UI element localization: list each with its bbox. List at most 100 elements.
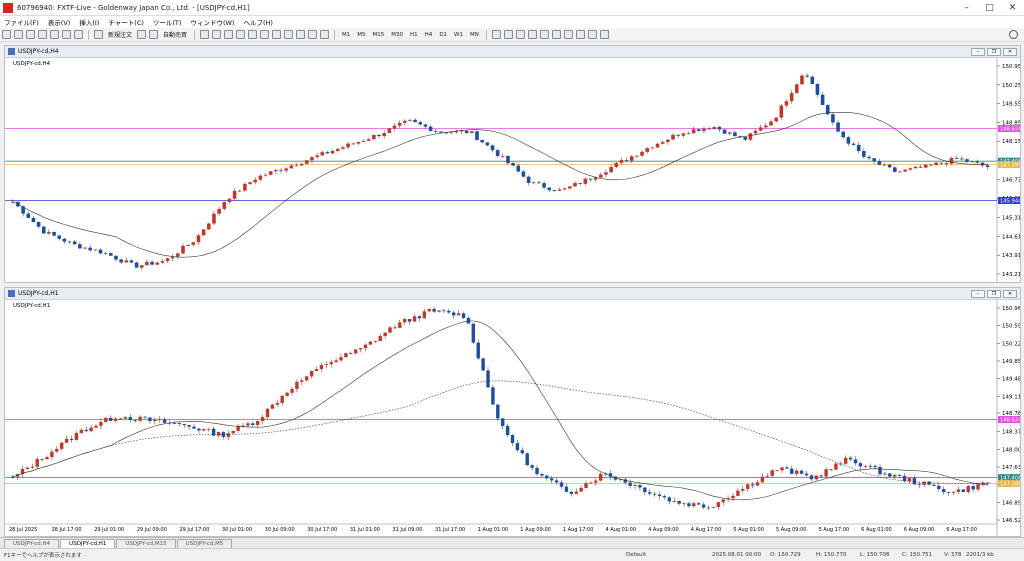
price-chart-h4[interactable]: 150.950150.250149.550148.850148.150147.4… (5, 58, 1024, 282)
candle-body (712, 126, 717, 130)
close-icon[interactable]: ✕ (1001, 3, 1024, 13)
periods-icon[interactable] (308, 30, 318, 39)
candle-body (36, 222, 41, 227)
candle-body (118, 418, 123, 420)
candlestick-icon[interactable] (212, 30, 222, 39)
timeframe-m1[interactable]: M1 (340, 32, 352, 38)
minimize-icon[interactable]: – (955, 3, 978, 13)
candle-body (545, 475, 549, 479)
minimize-icon[interactable]: – (971, 289, 985, 298)
menu-chart[interactable]: チャート(C) (108, 17, 144, 27)
candle-body (475, 131, 479, 140)
candle-body (559, 482, 564, 487)
candle-body (599, 473, 603, 481)
indicators-icon[interactable] (296, 30, 306, 39)
terminal-icon[interactable] (62, 30, 71, 39)
candle-body (873, 465, 877, 467)
channel-icon[interactable] (551, 30, 561, 39)
candle-body (769, 121, 773, 126)
restore-icon[interactable]: ❐ (987, 47, 1001, 56)
price-tick-label: 150.960 (1002, 306, 1020, 312)
menu-window[interactable]: ウィンドウ(W) (190, 17, 234, 27)
timeframe-h4[interactable]: H4 (423, 32, 435, 38)
search-icon[interactable] (1009, 30, 1018, 39)
auto-trading-button[interactable]: 自動売買 (163, 30, 187, 39)
time-tick-label: 29 Jul 09:00 (137, 527, 167, 533)
candle-body (868, 465, 872, 467)
menu-insert[interactable]: 挿入(I) (79, 17, 99, 27)
minimize-icon[interactable]: – (971, 47, 985, 56)
maximize-icon[interactable]: □ (978, 3, 1001, 13)
tab-usdjpy-h4[interactable]: USDJPY-cd,H4 (4, 539, 60, 548)
candle-body (525, 453, 529, 466)
fibonacci-icon[interactable] (563, 30, 573, 39)
data-window-icon[interactable] (38, 30, 47, 39)
new-order-icon[interactable] (94, 30, 103, 39)
autoscroll-icon[interactable] (272, 30, 282, 39)
label-tool-icon[interactable] (587, 30, 597, 39)
timeframe-h1[interactable]: H1 (408, 32, 420, 38)
tab-usdjpy-m15[interactable]: USDJPY-cd,M15 (116, 539, 176, 548)
candle-body (55, 448, 59, 452)
tile-windows-icon[interactable] (260, 30, 270, 39)
candle-body (150, 261, 154, 265)
market-watch-icon[interactable] (26, 30, 35, 39)
profiles-icon[interactable] (14, 30, 23, 39)
cursor-icon[interactable] (491, 30, 501, 39)
chart-window-title: USDJPY-cd,H1 (18, 290, 59, 297)
zoom-out-icon[interactable] (248, 30, 258, 39)
vertical-line-icon[interactable] (515, 30, 525, 39)
horizontal-line-icon[interactable] (527, 30, 537, 39)
close-icon[interactable]: ✕ (1003, 289, 1017, 298)
new-chart-icon[interactable] (2, 30, 11, 39)
time-tick-label: 6 Aug 17:00 (946, 527, 977, 533)
menu-help[interactable]: ヘルプ(H) (243, 17, 272, 27)
new-order-button[interactable]: 新規注文 (108, 30, 132, 39)
tab-usdjpy-h1[interactable]: USDJPY-cd,H1 (60, 539, 116, 548)
chart-symbol-label: USDJPY-cd,H4 (13, 61, 51, 67)
timeframe-d1[interactable]: D1 (437, 32, 449, 38)
bar-chart-icon[interactable] (200, 30, 210, 39)
candle-body (985, 165, 990, 168)
candle-body (701, 504, 706, 508)
auto-trading-icon[interactable] (149, 30, 159, 39)
timeframe-m5[interactable]: M5 (355, 32, 367, 38)
candle-body (893, 167, 897, 172)
candle-body (361, 140, 366, 142)
tab-usdjpy-m5[interactable]: USDJPY-cd,M5 (176, 539, 233, 548)
timeframe-m15[interactable]: M15 (371, 32, 387, 38)
menu-file[interactable]: ファイル(F) (4, 17, 39, 27)
timeframe-mn[interactable]: MN (468, 32, 481, 38)
candle-body (652, 493, 657, 495)
line-chart-icon[interactable] (224, 30, 234, 39)
price-chart-h1[interactable]: 150.960 150.590 150.220 149.850 149.480 149.1… (5, 300, 1024, 536)
time-tick-label: 30 Jul 09:00 (265, 527, 295, 533)
price-tick-label: 146.890 (1002, 500, 1020, 506)
close-icon[interactable]: ✕ (1003, 47, 1017, 56)
candle-body (820, 94, 825, 106)
shapes-icon[interactable] (599, 30, 609, 39)
templates-icon[interactable] (320, 30, 330, 39)
text-tool-icon[interactable] (575, 30, 585, 39)
time-tick-label: 28 Jul 2025 (9, 527, 37, 533)
trendline-icon[interactable] (539, 30, 549, 39)
candle-body (677, 500, 681, 504)
candle-body (589, 482, 593, 484)
navigator-icon[interactable] (50, 30, 59, 39)
menu-tools[interactable]: ツール(T) (153, 17, 182, 27)
strategy-tester-icon[interactable] (74, 30, 83, 39)
chart-shift-icon[interactable] (284, 30, 294, 39)
slow-moving-average-line (12, 380, 988, 484)
candle-body (289, 165, 294, 169)
crosshair-icon[interactable] (503, 30, 513, 39)
time-tick-label: 4 Aug 09:00 (648, 527, 679, 533)
timeframe-m30[interactable]: M30 (389, 32, 405, 38)
zoom-in-icon[interactable] (236, 30, 246, 39)
menu-view[interactable]: 表示(V) (48, 17, 71, 27)
metaeditor-icon[interactable] (137, 30, 147, 39)
candle-body (682, 503, 686, 505)
candle-body (609, 167, 613, 173)
timeframe-w1[interactable]: W1 (452, 32, 465, 38)
restore-icon[interactable]: ❐ (987, 289, 1001, 298)
candle-body (831, 114, 835, 123)
